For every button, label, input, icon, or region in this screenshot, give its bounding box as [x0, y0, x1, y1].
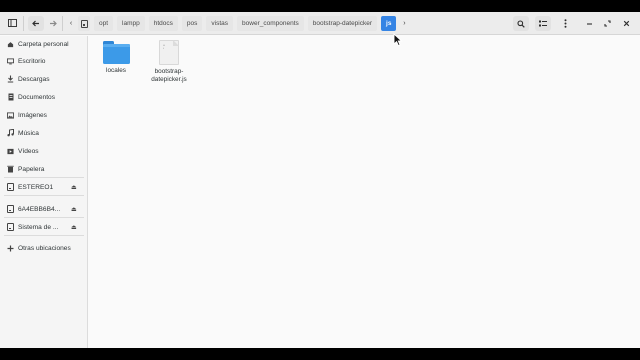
list-view-icon — [539, 20, 547, 27]
sidebar-item-music[interactable]: Música — [0, 126, 88, 140]
breadcrumb-item[interactable]: pos — [181, 16, 203, 31]
minimize-icon — [586, 22, 592, 25]
header-bar: ‹ opt lampp htdocs pos vistas bower_comp… — [0, 12, 640, 35]
menu-button[interactable] — [558, 16, 572, 30]
minimize-button[interactable] — [582, 16, 596, 30]
sidebar-item-system[interactable]: Sistema de ... ⏏ — [0, 220, 88, 234]
home-icon — [7, 41, 14, 48]
maximize-button[interactable] — [600, 16, 614, 30]
eject-icon[interactable]: ⏏ — [71, 224, 77, 231]
sidebar-divider — [4, 177, 84, 178]
sidebar-item-videos[interactable]: Vídeos — [0, 144, 88, 158]
file-item-js[interactable]: •• • bootstrap- datepicker.js — [142, 40, 196, 84]
menu-dots-icon — [564, 18, 566, 28]
mouse-cursor-icon — [393, 32, 403, 47]
breadcrumb-root[interactable] — [78, 16, 90, 31]
sidebar-item-label: Escritorio — [18, 57, 46, 65]
close-button[interactable] — [619, 16, 633, 30]
trash-icon — [7, 165, 14, 173]
back-arrow-icon — [32, 20, 39, 27]
sidebar-item-other-locations[interactable]: Otras ubicaciones — [0, 241, 88, 255]
sidebar-item-label: ESTEREO1 — [18, 183, 54, 191]
sidebar-item-label: Descargas — [18, 75, 50, 83]
sidebar-divider — [4, 195, 84, 196]
eject-icon[interactable]: ⏏ — [71, 184, 77, 191]
document-icon — [7, 93, 14, 101]
search-button[interactable] — [513, 16, 529, 31]
drive-icon — [7, 223, 14, 231]
screen-frame: ‹ opt lampp htdocs pos vistas bower_comp… — [0, 0, 640, 360]
sidebar-item-label: Papelera — [18, 165, 45, 173]
plus-icon — [7, 245, 14, 252]
breadcrumb-item[interactable]: vistas — [206, 16, 234, 31]
forward-arrow-icon — [50, 20, 57, 26]
file-manager-window: ‹ opt lampp htdocs pos vistas bower_comp… — [0, 12, 640, 348]
sidebar: Carpeta personal Escritorio Descargas Do… — [0, 36, 88, 348]
image-icon — [7, 111, 14, 119]
header-separator — [23, 16, 24, 31]
sidebar-item-desktop[interactable]: Escritorio — [0, 54, 88, 68]
desktop-icon — [7, 57, 14, 65]
sidebar-item-label: Carpeta personal — [18, 40, 69, 48]
sidebar-item-label: Sistema de ... — [18, 223, 59, 231]
breadcrumb: opt lampp htdocs pos vistas bower_compon… — [78, 16, 408, 31]
back-button[interactable] — [28, 16, 44, 31]
sidebar-divider — [4, 235, 84, 236]
sidebar-item-label: Imágenes — [18, 111, 47, 119]
breadcrumb-item[interactable]: htdocs — [148, 16, 178, 31]
sidebar-item-estereo1[interactable]: ESTEREO1 ⏏ — [0, 180, 88, 194]
chevron-left-icon[interactable]: ‹ — [64, 16, 78, 30]
file-view: locales •• • bootstrap- datepicker.js — [89, 36, 640, 348]
sidebar-item-images[interactable]: Imágenes — [0, 108, 88, 122]
maximize-icon — [603, 19, 611, 27]
breadcrumb-item[interactable]: bower_components — [237, 16, 304, 31]
forward-button[interactable] — [46, 16, 60, 30]
view-toggle-button[interactable] — [535, 16, 551, 31]
close-icon — [623, 20, 629, 26]
sidebar-item-label: Música — [18, 129, 39, 137]
sidebar-item-trash[interactable]: Papelera — [0, 162, 88, 176]
music-icon — [7, 129, 14, 137]
drive-icon — [7, 183, 14, 191]
sidebar-toggle-icon[interactable] — [5, 16, 19, 30]
eject-icon[interactable]: ⏏ — [71, 206, 77, 213]
folder-icon — [102, 41, 130, 64]
sidebar-item-volume-6a4e[interactable]: 6A4EBB6B4... ⏏ — [0, 202, 88, 216]
sidebar-item-label: Documentos — [18, 93, 56, 101]
breadcrumb-item[interactable]: lampp — [117, 16, 145, 31]
breadcrumb-item[interactable]: opt — [94, 16, 114, 31]
header-separator — [62, 16, 63, 31]
file-item-folder[interactable]: locales — [89, 41, 143, 75]
sidebar-item-label: Vídeos — [18, 147, 39, 155]
file-label: locales — [106, 67, 126, 74]
drive-icon — [7, 205, 14, 213]
chevron-right-icon[interactable]: › — [400, 17, 408, 31]
sidebar-divider — [4, 217, 84, 218]
download-icon — [7, 75, 14, 83]
file-label: bootstrap- datepicker.js — [151, 68, 187, 83]
drive-icon — [80, 19, 88, 28]
file-icon: •• • — [159, 40, 179, 65]
sidebar-item-downloads[interactable]: Descargas — [0, 72, 88, 86]
search-icon — [517, 19, 525, 28]
sidebar-item-label: Otras ubicaciones — [18, 244, 71, 252]
breadcrumb-item-active[interactable]: js — [381, 16, 397, 31]
sidebar-item-documents[interactable]: Documentos — [0, 90, 88, 104]
sidebar-item-label: 6A4EBB6B4... — [18, 205, 61, 213]
breadcrumb-item[interactable]: bootstrap-datepicker — [307, 16, 378, 31]
sidebar-item-home[interactable]: Carpeta personal — [0, 37, 88, 51]
video-icon — [7, 148, 14, 155]
